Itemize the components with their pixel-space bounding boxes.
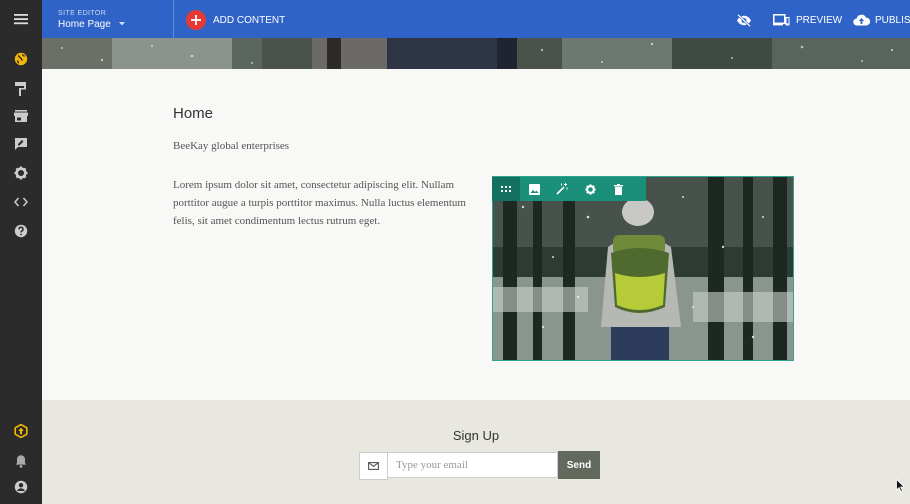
caret-down-icon xyxy=(118,22,125,26)
trash-icon xyxy=(613,183,623,195)
magic-wand-icon xyxy=(556,183,568,195)
add-content-button[interactable]: ADD CONTENT xyxy=(186,9,285,31)
body-paragraph[interactable]: Lorem ipsum dolor sit amet, consectetur … xyxy=(173,176,473,230)
sidebar-item-code[interactable] xyxy=(0,189,42,215)
plus-icon xyxy=(186,10,206,30)
topbar-divider xyxy=(173,0,174,38)
preview-label: PREVIEW xyxy=(796,14,843,26)
hiker-image-graphic xyxy=(493,177,793,360)
signup-title: Sign Up xyxy=(452,428,500,443)
email-input[interactable] xyxy=(388,452,558,478)
sidebar-item-settings[interactable] xyxy=(0,160,42,186)
globe-icon xyxy=(14,52,28,66)
sidebar-item-feedback[interactable] xyxy=(0,131,42,157)
gear-icon xyxy=(14,166,28,180)
site-editor-selector[interactable]: SITE EDITOR Home Page xyxy=(58,9,125,32)
account-icon xyxy=(14,480,28,494)
sidebar-item-upgrade[interactable] xyxy=(0,418,42,444)
page-heading[interactable]: Home xyxy=(173,105,213,122)
image-toolbar xyxy=(492,177,646,201)
mail-icon xyxy=(368,462,379,470)
sidebar-item-help[interactable] xyxy=(0,218,42,244)
signup-section: Sign Up Send xyxy=(42,400,910,504)
code-icon xyxy=(14,197,28,207)
hamburger-icon xyxy=(14,14,28,25)
top-bar: SITE EDITOR Home Page ADD CONTENT PREVIE… xyxy=(42,0,910,38)
drag-handle-icon xyxy=(501,186,511,192)
publish-button[interactable]: PUBLISH xyxy=(853,9,910,31)
mouse-cursor-icon xyxy=(896,479,905,492)
site-editor-label: SITE EDITOR xyxy=(58,10,107,17)
sidebar-item-store[interactable] xyxy=(0,103,42,129)
publish-label: PUBLISH xyxy=(875,14,910,26)
devices-icon xyxy=(773,14,790,26)
mail-icon-box xyxy=(359,452,388,480)
feedback-icon xyxy=(15,138,27,150)
hiker-image[interactable] xyxy=(492,176,794,361)
eye-off-icon xyxy=(737,13,751,27)
preview-button[interactable]: PREVIEW xyxy=(773,9,842,31)
cloud-upload-icon xyxy=(853,14,870,26)
notifications-icon xyxy=(15,455,27,468)
sidebar-item-account[interactable] xyxy=(0,474,42,500)
add-content-label: ADD CONTENT xyxy=(213,14,286,26)
hide-toggle-button[interactable] xyxy=(736,9,752,31)
menu-button[interactable] xyxy=(0,0,42,38)
left-rail xyxy=(0,0,42,504)
drag-handle-button[interactable] xyxy=(492,177,520,201)
help-icon xyxy=(14,224,28,238)
sidebar-item-notifications[interactable] xyxy=(0,448,42,474)
upgrade-icon xyxy=(14,424,28,438)
image-settings-button[interactable] xyxy=(576,177,604,201)
sidebar-item-site[interactable] xyxy=(0,46,42,72)
hero-image-graphic xyxy=(42,38,910,69)
paint-roller-icon xyxy=(15,82,26,96)
tagline[interactable]: BeeKay global enterprises xyxy=(173,140,289,152)
send-button[interactable]: Send xyxy=(558,451,600,479)
signup-form: Send xyxy=(359,451,600,480)
gear-icon xyxy=(584,183,596,195)
store-icon xyxy=(14,110,28,122)
sidebar-item-design[interactable] xyxy=(0,76,42,102)
replace-image-button[interactable] xyxy=(520,177,548,201)
page-name: Home Page xyxy=(58,19,111,30)
hero-image[interactable] xyxy=(42,38,910,69)
effects-button[interactable] xyxy=(548,177,576,201)
image-icon xyxy=(528,183,540,195)
delete-image-button[interactable] xyxy=(604,177,632,201)
